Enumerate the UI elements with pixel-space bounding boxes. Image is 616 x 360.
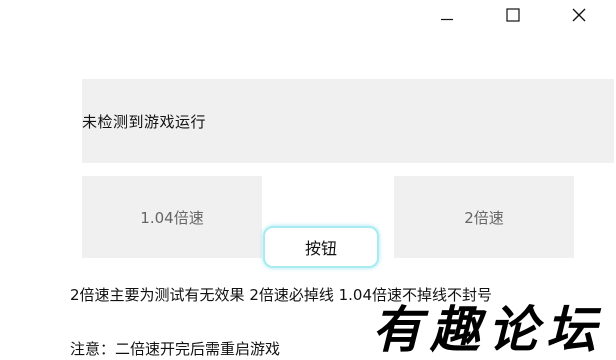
close-icon	[571, 7, 587, 23]
minimize-icon	[439, 7, 455, 23]
close-button[interactable]	[556, 0, 602, 30]
maximize-icon	[505, 7, 521, 23]
note-text: 注意：二倍速开完后需重启游戏	[70, 340, 281, 358]
minimize-button[interactable]	[424, 0, 470, 30]
title-bar	[0, 0, 616, 30]
speed-2-button[interactable]: 2倍速	[394, 176, 574, 258]
speed-104-button[interactable]: 1.04倍速	[82, 176, 262, 258]
description-text: 2倍速主要为测试有无效果 2倍速必掉线 1.04倍速不掉线不封号	[70, 286, 493, 304]
status-text: 未检测到游戏运行	[82, 112, 207, 131]
status-panel: 未检测到游戏运行	[82, 79, 614, 163]
watermark-logo: 有趣论坛	[372, 302, 610, 358]
watermark-text: 有趣论坛	[372, 300, 604, 359]
main-button[interactable]: 按钮	[263, 226, 379, 268]
maximize-button[interactable]	[490, 0, 536, 30]
